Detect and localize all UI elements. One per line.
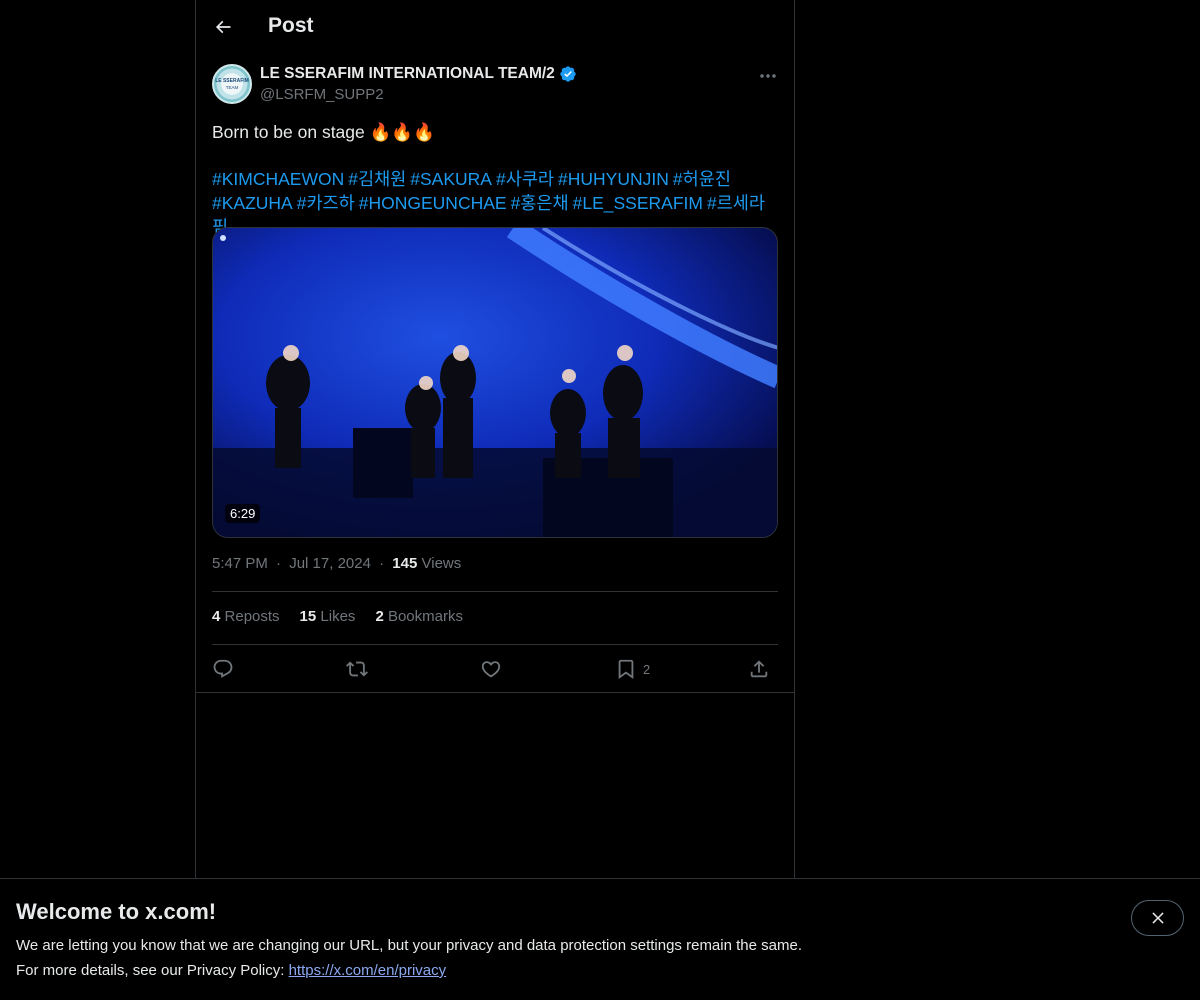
reposts-count: 4 [212,608,221,625]
reply-icon [213,659,233,678]
divider [196,692,794,693]
hashtag-link[interactable]: #홍은채 [511,193,569,213]
close-icon [1151,912,1164,924]
banner-privacy-prefix: For more details, see our Privacy Policy… [16,962,289,979]
banner-title: Welcome to x.com! [16,899,217,924]
hashtag-link[interactable]: #LE_SSERAFIM [573,193,703,213]
likes-label: Likes [320,608,356,625]
page-title: Post [268,14,314,37]
like-button[interactable] [480,655,502,683]
banner-message: We are letting you know that we are chan… [16,937,802,954]
top-bar: Post [196,0,794,53]
hashtag-link[interactable]: #카즈하 [297,193,355,213]
avatar[interactable]: LE SSERAFIM TEAM [212,64,252,104]
post-column: Post LE SSERAFIM TEAM LE SSERAFIM INTERN… [195,0,795,878]
repost-button[interactable] [346,655,368,683]
video-duration-badge: 6:29 [225,504,261,523]
meta-separator: · [379,555,385,572]
avatar-logo-icon: LE SSERAFIM TEAM [215,78,249,90]
hashtag-link[interactable]: #HUHYUNJIN [558,169,669,189]
author-display-name[interactable]: LE SSERAFIM INTERNATIONAL TEAM/2 [260,65,577,83]
bookmark-icon [618,659,634,680]
video-thumbnail-image [213,228,777,537]
hashtag-link[interactable]: #SAKURA [410,169,492,189]
bookmarks-count: 2 [375,608,384,625]
more-options-button[interactable] [756,66,780,86]
tweet-text: Born to be on stage 🔥🔥🔥 [212,122,435,142]
views-label: Views [421,555,462,572]
close-banner-button[interactable] [1131,900,1184,936]
repost-icon [346,661,368,677]
hashtags-line-1: #KIMCHAEWON #김채원 #SAKURA #사쿠라 #HUHYUNJIN #허윤진 [212,167,782,191]
share-icon [750,660,768,678]
more-horizontal-icon [760,74,776,78]
engagement-stats: 4 Reposts 15 Likes 2 Bookmarks [212,608,463,625]
video-player[interactable]: 6:29 [212,227,778,538]
hashtag-link[interactable]: #허윤진 [673,169,731,189]
tweet-time[interactable]: 5:47 PM [212,555,268,572]
likes-count: 15 [299,608,317,625]
action-bar: 2 [212,655,778,683]
bookmarks-label: Bookmarks [387,608,463,625]
tweet-date[interactable]: Jul 17, 2024 [289,555,371,572]
heart-icon [481,661,501,678]
author-handle[interactable]: @LSRFM_SUPP2 [260,86,384,103]
bookmark-count: 2 [643,661,651,677]
privacy-policy-link[interactable]: https://x.com/en/privacy [289,962,447,979]
arrow-left-icon [215,20,231,34]
banner-privacy-text: For more details, see our Privacy Policy… [16,962,446,979]
hashtag-link[interactable]: #KIMCHAEWON [212,169,344,189]
verified-badge-icon [560,66,576,82]
hashtag-link[interactable]: #HONGEUNCHAE [359,193,507,213]
tweet-meta: 5:47 PM · Jul 17, 2024 · 145 Views [212,555,461,572]
reply-button[interactable] [212,655,234,683]
bookmarks-stat[interactable]: 2 Bookmarks [375,608,463,625]
divider [212,644,778,645]
likes-stat[interactable]: 15 Likes [300,608,356,625]
share-button[interactable] [748,655,770,683]
svg-text:LE SSERAFIM: LE SSERAFIM [215,78,249,84]
hashtag-link[interactable]: #KAZUHA [212,193,293,213]
views-count: 145 [392,555,418,572]
bookmark-button[interactable]: 2 [615,655,650,683]
meta-separator: · [276,555,282,572]
hashtag-link[interactable]: #김채원 [348,169,406,189]
back-button[interactable] [206,10,240,44]
reposts-label: Reposts [224,608,280,625]
reposts-stat[interactable]: 4 Reposts [212,608,280,625]
welcome-banner: Welcome to x.com! We are letting you kno… [0,878,1200,1000]
author-name-text: LE SSERAFIM INTERNATIONAL TEAM/2 [260,65,555,82]
divider [212,591,778,592]
svg-text:TEAM: TEAM [226,85,239,90]
hashtag-link[interactable]: #사쿠라 [496,169,554,189]
